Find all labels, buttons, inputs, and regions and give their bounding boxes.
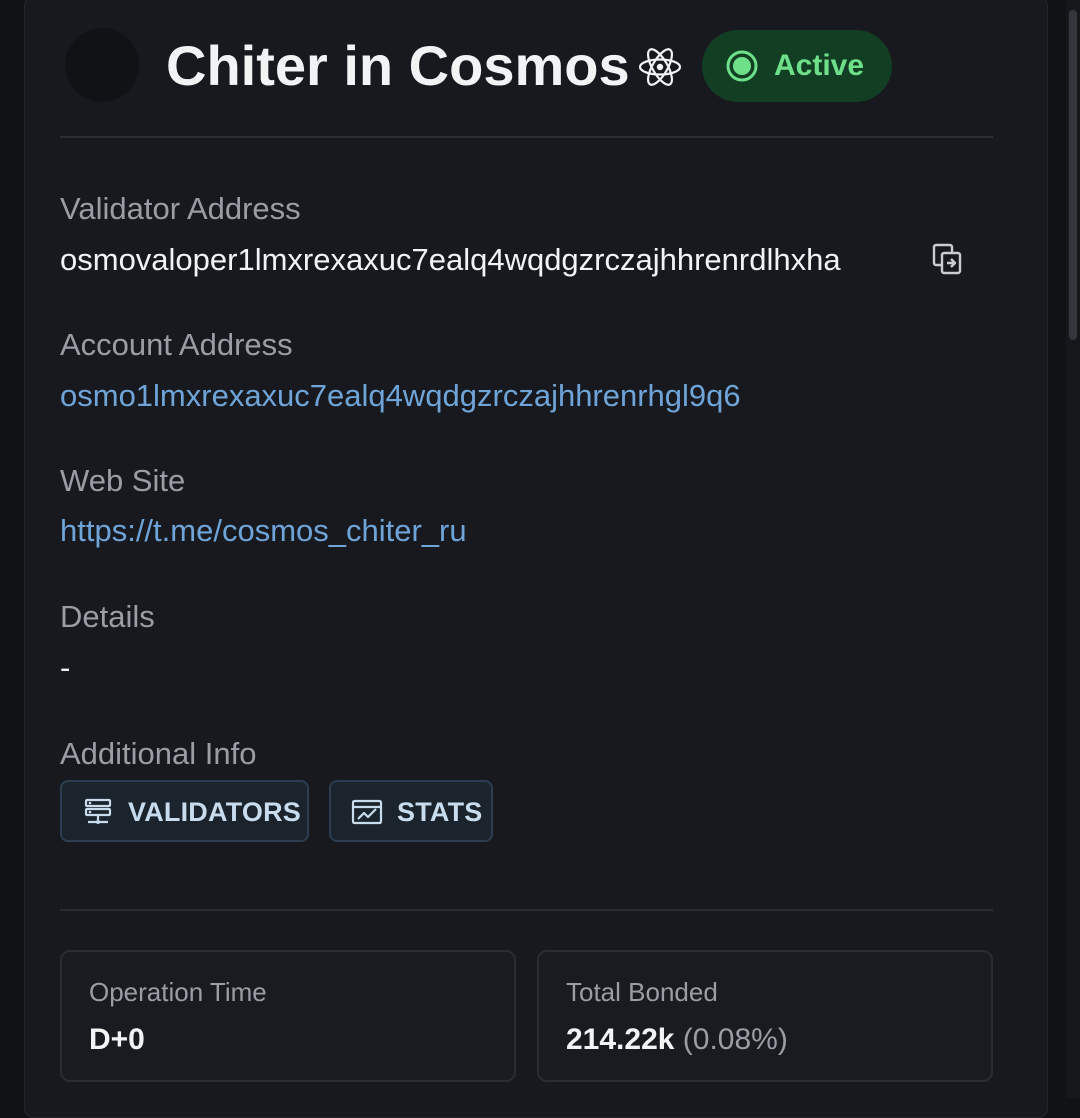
status-dot-icon xyxy=(726,50,758,82)
account-address-label: Account Address xyxy=(60,327,293,362)
operation-time-card: Operation Time D+0 xyxy=(60,950,516,1082)
total-bonded-value-row: 214.22k (0.08%) xyxy=(566,1022,788,1058)
validator-address-value: osmovaloper1lmxrexaxuc7ealq4wqdgzrczajhh… xyxy=(60,242,841,277)
scrollbar[interactable] xyxy=(1066,0,1080,1098)
status-badge: Active xyxy=(702,30,892,102)
validator-avatar xyxy=(65,28,139,102)
section-divider xyxy=(60,909,993,911)
validators-button[interactable]: VALIDATORS xyxy=(60,780,309,842)
web-site-link[interactable]: https://t.me/cosmos_chiter_ru xyxy=(60,511,467,551)
operation-time-label: Operation Time xyxy=(89,977,267,1007)
additional-info-label: Additional Info xyxy=(60,736,257,771)
validator-name: Chiter in Cosmos xyxy=(166,34,630,97)
stats-button-label: STATS xyxy=(397,797,483,827)
scrollbar-thumb[interactable] xyxy=(1069,10,1077,340)
stats-button[interactable]: STATS xyxy=(329,780,493,842)
operation-time-value: D+0 xyxy=(89,1023,145,1056)
validators-button-label: VALIDATORS xyxy=(128,797,302,827)
details-label: Details xyxy=(60,599,155,634)
web-site-label: Web Site xyxy=(60,463,186,498)
total-bonded-label: Total Bonded xyxy=(566,977,718,1007)
account-address-link[interactable]: osmo1lmxrexaxuc7ealq4wqdgzrczajhhrenrhgl… xyxy=(60,376,741,416)
status-label: Active xyxy=(774,49,865,82)
atom-icon xyxy=(638,48,682,86)
chart-icon xyxy=(351,799,383,825)
header-divider xyxy=(60,136,993,138)
details-value: - xyxy=(60,650,71,685)
total-bonded-card: Total Bonded 214.22k (0.08%) xyxy=(537,950,993,1082)
total-bonded-value: 214.22k xyxy=(566,1023,675,1056)
copy-icon[interactable] xyxy=(928,240,966,278)
total-bonded-share: (0.08%) xyxy=(682,1023,788,1056)
server-icon xyxy=(84,798,112,824)
validator-address-label: Validator Address xyxy=(60,191,301,226)
